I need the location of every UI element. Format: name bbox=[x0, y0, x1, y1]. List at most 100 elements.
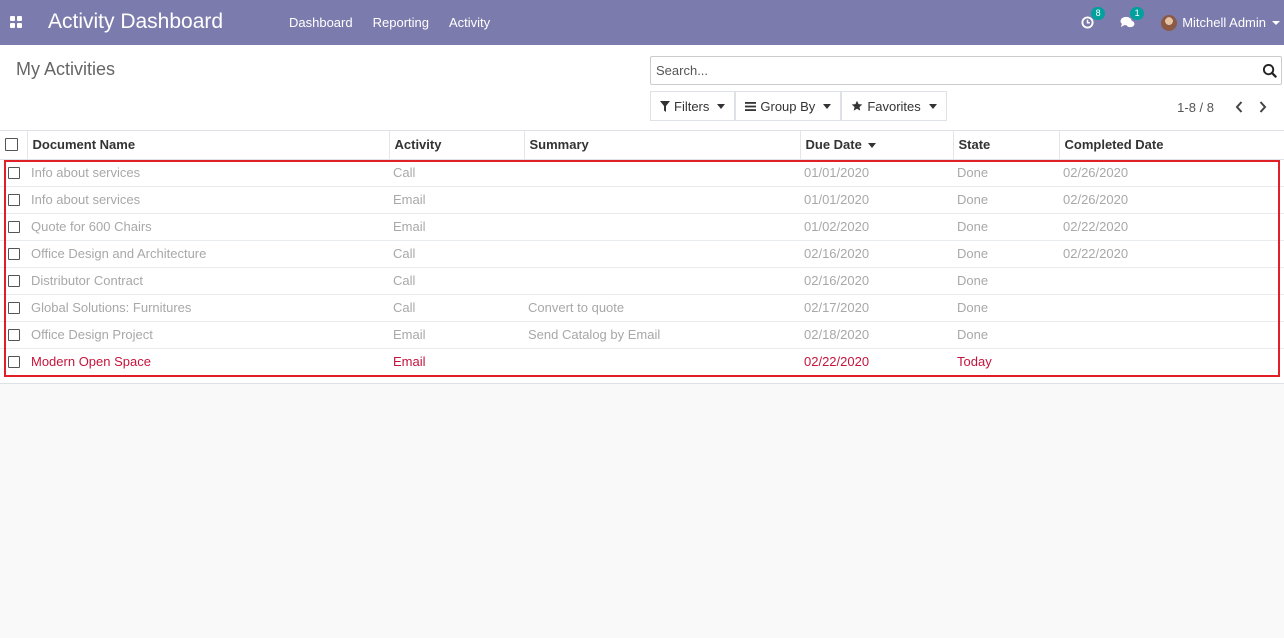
cell-state: Done bbox=[953, 293, 1059, 321]
cell-document-name: Quote for 600 Chairs bbox=[27, 212, 389, 240]
cell-due-date: 02/16/2020 bbox=[800, 266, 953, 294]
cell-state: Done bbox=[957, 165, 989, 180]
row-checkbox[interactable] bbox=[8, 274, 20, 287]
cell-document-name: Global Solutions: Furnitures bbox=[27, 293, 389, 321]
row-checkbox[interactable] bbox=[8, 355, 20, 368]
menu-item-activity[interactable]: Activity bbox=[439, 0, 500, 45]
cell-document-name: Info about services bbox=[31, 165, 141, 180]
row-checkbox[interactable] bbox=[8, 247, 20, 260]
cell-activity: Call bbox=[389, 293, 524, 321]
filters-button[interactable]: Filters bbox=[650, 91, 736, 121]
cell-completed-date: 02/26/2020 bbox=[1059, 185, 1284, 213]
cell-completed-date: 02/22/2020 bbox=[1059, 212, 1284, 240]
row-select-cell bbox=[0, 320, 27, 348]
menu-item-reporting[interactable]: Reporting bbox=[363, 0, 439, 45]
cell-due-date: 01/01/2020 bbox=[800, 185, 953, 213]
cell-document-name: Distributor Contract bbox=[27, 266, 389, 294]
table-row[interactable]: Office Design and Architecture Call 02/16/… bbox=[0, 239, 1284, 267]
search-input[interactable] bbox=[651, 57, 1241, 84]
table-header: Document Name Activity Summary Due Date … bbox=[0, 131, 1284, 160]
bars-icon bbox=[745, 101, 757, 111]
cell-document-name: Office Design and Architecture bbox=[27, 239, 389, 267]
user-menu[interactable]: Mitchell Admin bbox=[1161, 14, 1280, 31]
group-by-button[interactable]: Group By bbox=[735, 91, 842, 121]
star-icon bbox=[851, 100, 863, 112]
cell-state: Today bbox=[953, 347, 1059, 375]
cell-activity: Call bbox=[389, 239, 524, 267]
row-checkbox[interactable] bbox=[8, 220, 20, 233]
table-row[interactable]: Distributor Contract Call 02/16/2020 Done bbox=[0, 266, 1284, 294]
row-select-cell bbox=[0, 212, 27, 240]
table-row[interactable]: Modern Open Space Email 02/22/2020 Today bbox=[0, 347, 1284, 375]
activity-table: Document Name Activity Summary Due Date … bbox=[0, 131, 1284, 375]
table-row[interactable]: Info about services Call 01/01/2020 Done 02/… bbox=[0, 159, 1284, 186]
favorites-label: Favorites bbox=[867, 98, 921, 114]
cell-summary bbox=[524, 159, 800, 186]
row-select-cell bbox=[0, 266, 27, 294]
select-all-cell bbox=[0, 131, 28, 160]
cell-state: Done bbox=[953, 320, 1059, 348]
cell-completed-date: 02/22/2020 bbox=[1059, 239, 1284, 267]
cell-due-date: 01/02/2020 bbox=[800, 212, 953, 240]
row-checkbox[interactable] bbox=[8, 328, 20, 341]
caret-down-icon bbox=[823, 103, 832, 109]
sort-desc-icon bbox=[867, 143, 876, 149]
apps-menu-icon[interactable] bbox=[10, 16, 22, 28]
column-header-due-date[interactable]: Due Date bbox=[800, 131, 954, 160]
cell-due-date: 02/17/2020 bbox=[800, 293, 953, 321]
cell-due-date: 02/16/2020 bbox=[800, 239, 953, 267]
cell-activity: Email bbox=[389, 212, 524, 240]
select-all-checkbox[interactable] bbox=[5, 138, 18, 152]
message-count-badge: 1 bbox=[1130, 7, 1145, 20]
cell-summary: Send Catalog by Email bbox=[524, 320, 800, 348]
menu-item-dashboard[interactable]: Dashboard bbox=[279, 0, 363, 45]
pager-previous-button[interactable] bbox=[1228, 98, 1250, 116]
row-checkbox[interactable] bbox=[8, 166, 20, 179]
cell-state: Done bbox=[953, 266, 1059, 294]
row-checkbox[interactable] bbox=[8, 301, 20, 314]
main-menu: Dashboard Reporting Activity bbox=[279, 0, 500, 45]
chevron-right-icon bbox=[1259, 101, 1267, 113]
activity-list: Document Name Activity Summary Due Date … bbox=[0, 131, 1284, 384]
cell-summary bbox=[524, 266, 800, 294]
table-row[interactable]: Global Solutions: Furnitures Call Convert … bbox=[0, 293, 1284, 321]
filter-icon bbox=[660, 100, 670, 112]
row-select-cell bbox=[0, 347, 27, 375]
column-header-document-name[interactable]: Document Name bbox=[27, 131, 390, 160]
cell-completed-date bbox=[1059, 293, 1284, 321]
user-name: Mitchell Admin bbox=[1182, 15, 1266, 30]
filters-label: Filters bbox=[674, 98, 710, 114]
cell-activity: Email bbox=[389, 320, 524, 348]
cell-summary bbox=[524, 347, 800, 375]
cell-summary: Convert to quote bbox=[524, 293, 800, 321]
group-by-label: Group By bbox=[760, 98, 816, 114]
cell-completed-date bbox=[1059, 347, 1284, 375]
pager-value[interactable]: 1-8 / 8 bbox=[1177, 100, 1214, 115]
column-header-completed-date[interactable]: Completed Date bbox=[1059, 131, 1284, 160]
caret-down-icon bbox=[1272, 20, 1280, 25]
row-checkbox[interactable] bbox=[8, 193, 20, 206]
column-header-state[interactable]: State bbox=[953, 131, 1060, 160]
table-row[interactable]: Office Design Project Email Send Catalog b… bbox=[0, 320, 1284, 348]
cell-activity: Call bbox=[393, 165, 416, 180]
cell-due-date: 02/18/2020 bbox=[800, 320, 953, 348]
favorites-button[interactable]: Favorites bbox=[841, 91, 947, 121]
cell-state: Done bbox=[953, 212, 1059, 240]
top-navbar: Activity Dashboard Dashboard Reporting A… bbox=[0, 0, 1284, 45]
cell-completed-date bbox=[1059, 320, 1284, 348]
table-row[interactable]: Quote for 600 Chairs Email 01/02/2020 Done 0… bbox=[0, 212, 1284, 240]
cell-completed-date: 02/26/2020 bbox=[1063, 165, 1129, 180]
caret-down-icon bbox=[717, 103, 726, 109]
due-date-label: Due Date bbox=[805, 137, 862, 153]
column-header-activity[interactable]: Activity bbox=[389, 131, 525, 160]
pager-next-button[interactable] bbox=[1252, 98, 1274, 116]
cell-document-name: Modern Open Space bbox=[27, 347, 389, 375]
app-title: Activity Dashboard bbox=[48, 10, 224, 33]
messaging-menu-button[interactable]: 1 bbox=[1120, 7, 1145, 29]
page-title: My Activities bbox=[16, 59, 116, 79]
search-icon[interactable] bbox=[1262, 63, 1277, 81]
cell-summary bbox=[524, 239, 800, 267]
column-header-summary[interactable]: Summary bbox=[524, 131, 801, 160]
activity-menu-button[interactable]: 8 bbox=[1081, 7, 1106, 29]
table-row[interactable]: Info about services Email 01/01/2020 Done 02… bbox=[0, 185, 1284, 213]
